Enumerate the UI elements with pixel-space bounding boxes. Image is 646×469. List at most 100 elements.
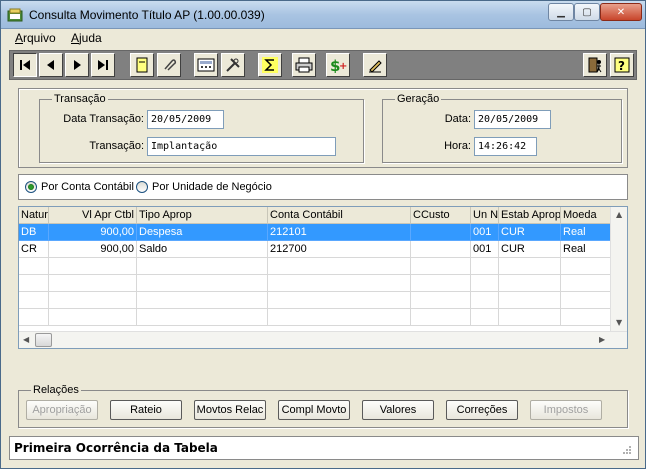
sum-button[interactable] bbox=[258, 53, 282, 77]
close-icon: ✕ bbox=[616, 6, 626, 18]
table-cell bbox=[49, 258, 137, 275]
scroll-down-icon[interactable]: ▼ bbox=[616, 318, 622, 327]
impostos-button[interactable]: Impostos bbox=[530, 400, 602, 420]
attach-button[interactable] bbox=[157, 53, 181, 77]
horizontal-scroll-thumb[interactable] bbox=[35, 333, 52, 347]
previous-record-button[interactable] bbox=[39, 53, 63, 77]
edit-button[interactable] bbox=[363, 53, 387, 77]
data-label: Data: bbox=[444, 113, 471, 125]
movement-table[interactable]: Natur Vl Apr Ctbl Tipo Aprop Conta Contá… bbox=[18, 206, 628, 349]
table-cell: 001 bbox=[471, 224, 499, 241]
calculator-button[interactable] bbox=[194, 53, 218, 77]
column-header[interactable]: Natur bbox=[19, 207, 49, 224]
table-cell: CUR bbox=[499, 224, 561, 241]
calculator-icon bbox=[197, 58, 215, 72]
last-record-button[interactable] bbox=[91, 53, 115, 77]
column-header[interactable]: Vl Apr Ctbl bbox=[49, 207, 137, 224]
new-document-icon bbox=[136, 57, 148, 73]
table-cell: Real bbox=[561, 224, 611, 241]
hora-field[interactable]: 14:26:42 bbox=[474, 137, 537, 156]
next-record-button[interactable] bbox=[65, 53, 89, 77]
table-cell: 900,00 bbox=[49, 241, 137, 258]
table-cell bbox=[411, 292, 471, 309]
menu-ajuda[interactable]: Ajuda bbox=[71, 31, 102, 45]
table-row bbox=[19, 309, 611, 326]
scroll-up-icon[interactable]: ▲ bbox=[616, 210, 622, 219]
currency-icon: $+ bbox=[330, 57, 347, 73]
table-cell: Despesa bbox=[137, 224, 268, 241]
tools-icon bbox=[226, 58, 240, 72]
column-header[interactable]: Un N bbox=[471, 207, 499, 224]
table-cell bbox=[19, 292, 49, 309]
table-row[interactable]: DB 900,00 Despesa 212101 001 CUR Real bbox=[19, 224, 611, 241]
table-row[interactable]: CR 900,00 Saldo 212700 001 CUR Real bbox=[19, 241, 611, 258]
scroll-left-icon[interactable]: ◀ bbox=[23, 335, 29, 344]
table-cell bbox=[137, 309, 268, 326]
help-button[interactable]: ? bbox=[610, 53, 634, 77]
relacoes-group-label: Relações bbox=[31, 384, 81, 396]
table-cell bbox=[19, 258, 49, 275]
table-cell bbox=[471, 275, 499, 292]
table-cell bbox=[499, 292, 561, 309]
horizontal-scrollbar[interactable]: ◀ ▶ bbox=[19, 331, 627, 348]
column-header[interactable]: Estab Aprop bbox=[499, 207, 561, 224]
table-cell bbox=[268, 258, 411, 275]
sum-icon bbox=[262, 57, 278, 73]
apropriacao-button[interactable]: Apropriação bbox=[26, 400, 98, 420]
table-cell bbox=[561, 258, 611, 275]
table-cell bbox=[561, 292, 611, 309]
transacao-group: Transação Data Transação: 20/05/2009 Tra… bbox=[39, 93, 364, 163]
column-header[interactable]: Conta Contábil bbox=[268, 207, 411, 224]
new-document-button[interactable] bbox=[130, 53, 154, 77]
maximize-button[interactable]: ▢ bbox=[574, 3, 600, 21]
geracao-group-label: Geração bbox=[395, 93, 442, 105]
window-title: Consulta Movimento Título AP (1.00.00.03… bbox=[29, 8, 265, 22]
menu-arquivo[interactable]: Arquivo bbox=[15, 31, 56, 45]
rateio-button[interactable]: Rateio bbox=[110, 400, 182, 420]
transacao-field[interactable]: Implantação bbox=[147, 137, 336, 156]
column-header[interactable]: Tipo Aprop bbox=[137, 207, 268, 224]
exit-button[interactable] bbox=[583, 53, 607, 77]
column-header[interactable]: Moeda bbox=[561, 207, 611, 224]
table-cell: 900,00 bbox=[49, 224, 137, 241]
scroll-right-icon[interactable]: ▶ bbox=[599, 335, 605, 344]
movtos-relac-button[interactable]: Movtos Relac bbox=[194, 400, 266, 420]
menu-arquivo-accel: A bbox=[15, 31, 24, 45]
table-cell bbox=[137, 275, 268, 292]
title-bar[interactable]: Consulta Movimento Título AP (1.00.00.03… bbox=[1, 1, 645, 29]
radio-por-unidade-negocio[interactable]: Por Unidade de Negócio bbox=[136, 181, 272, 193]
data-transacao-label: Data Transação: bbox=[63, 113, 144, 125]
first-record-button[interactable] bbox=[13, 53, 37, 77]
table-cell bbox=[411, 241, 471, 258]
tools-button[interactable] bbox=[221, 53, 245, 77]
radio-por-conta-contabil[interactable]: Por Conta Contábil bbox=[25, 181, 134, 193]
compl-movto-button[interactable]: Compl Movto bbox=[278, 400, 350, 420]
close-button[interactable]: ✕ bbox=[600, 3, 642, 21]
geracao-group: Geração Data: 20/05/2009 Hora: 14:26:42 bbox=[382, 93, 622, 163]
table-cell: Real bbox=[561, 241, 611, 258]
data-field[interactable]: 20/05/2009 bbox=[474, 110, 551, 129]
view-option-panel: Por Conta Contábil Por Unidade de Negóci… bbox=[18, 174, 628, 200]
minimize-button[interactable]: ▁ bbox=[548, 3, 574, 21]
resize-grip-icon[interactable] bbox=[622, 445, 632, 455]
previous-icon bbox=[47, 60, 54, 70]
table-cell bbox=[411, 258, 471, 275]
column-header[interactable]: CCusto bbox=[411, 207, 471, 224]
table-row bbox=[19, 275, 611, 292]
status-text: Primeira Ocorrência da Tabela bbox=[14, 441, 218, 455]
attach-icon bbox=[164, 59, 177, 71]
data-transacao-field[interactable]: 20/05/2009 bbox=[147, 110, 224, 129]
valores-button[interactable]: Valores bbox=[362, 400, 434, 420]
table-cell bbox=[499, 258, 561, 275]
correcoes-button[interactable]: Correções bbox=[446, 400, 518, 420]
menu-bar: Arquivo Ajuda bbox=[1, 29, 645, 47]
exit-icon bbox=[588, 57, 602, 73]
currency-button[interactable]: $ + bbox=[326, 53, 350, 77]
table-cell: DB bbox=[19, 224, 49, 241]
table-cell bbox=[19, 275, 49, 292]
print-button[interactable] bbox=[292, 53, 316, 77]
table-cell: 001 bbox=[471, 241, 499, 258]
vertical-scrollbar[interactable]: ▲ ▼ bbox=[610, 207, 627, 331]
menu-ajuda-label: juda bbox=[79, 31, 102, 45]
table-row bbox=[19, 292, 611, 309]
